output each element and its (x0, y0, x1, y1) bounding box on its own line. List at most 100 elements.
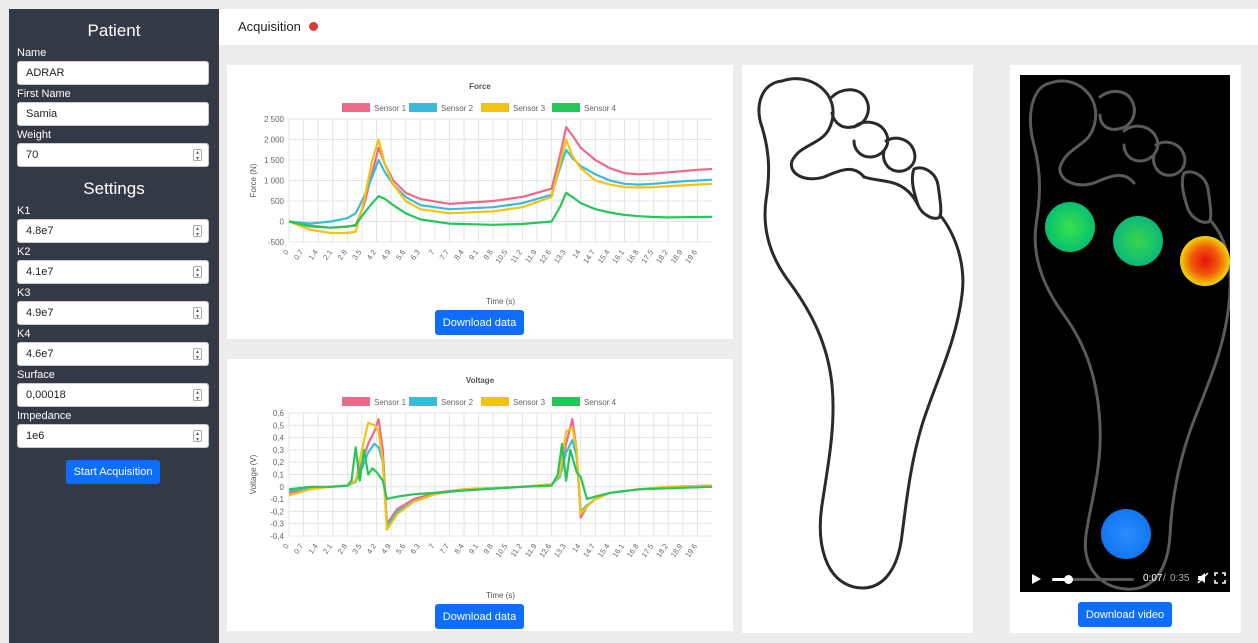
k2-input-value: 4.1e7 (26, 266, 54, 278)
voltage-x-tick-label: 18.9 (669, 542, 685, 559)
voltage-legend-label-1[interactable]: Sensor 1 (374, 398, 407, 407)
impedance-label: Impedance (17, 410, 72, 422)
force-x-tick-label: 18.9 (669, 248, 685, 265)
voltage-x-tick-label: 11.2 (509, 542, 524, 559)
voltage-chart: Voltage Sensor 1 Sensor 2 Sensor 3 Sensor 4 0… (249, 376, 713, 600)
play-icon[interactable] (1030, 573, 1042, 585)
force-x-tick-label: 0 (281, 248, 291, 257)
voltage-x-tick-label: 14.7 (581, 542, 597, 559)
sensor1-pressure-spot (1045, 202, 1095, 252)
recording-status-icon (309, 22, 318, 31)
force-x-tick-label: 5.6 (394, 248, 407, 262)
surface-spinner-icon[interactable]: ▴ ▾ (193, 389, 202, 402)
weight-input[interactable]: 70 ▴ ▾ (17, 143, 209, 167)
voltage-x-tick-label: 10.5 (494, 542, 510, 559)
force-y-tick-label: 1 000 (264, 177, 285, 186)
voltage-x-tick-label: 0 (281, 542, 291, 551)
k4-input[interactable]: 4.6e7 ▴ ▾ (17, 342, 209, 366)
first-name-input[interactable]: Samia (17, 102, 209, 126)
force-y-tick-label: 500 (271, 197, 285, 206)
name-input[interactable]: ADRAR (17, 61, 209, 85)
start-acquisition-button[interactable]: Start Acquisition (66, 460, 160, 484)
surface-input[interactable]: 0,00018 ▴ ▾ (17, 383, 209, 407)
k2-spinner-icon[interactable]: ▴ ▾ (193, 266, 202, 279)
voltage-x-tick-label: 2.8 (336, 542, 349, 556)
force-legend-label-4[interactable]: Sensor 4 (584, 104, 617, 113)
voltage-x-tick-label: 13.3 (552, 542, 568, 559)
voltage-x-tick-label: 1.4 (306, 542, 319, 556)
voltage-legend-label-4[interactable]: Sensor 4 (584, 398, 617, 407)
force-x-tick-label: 14.7 (581, 248, 597, 265)
voltage-y-tick-label: 0,1 (273, 471, 285, 480)
k2-input[interactable]: 4.1e7 ▴ ▾ (17, 260, 209, 284)
fullscreen-icon[interactable] (1214, 572, 1226, 584)
first-name-input-value: Samia (26, 108, 58, 120)
k1-label: K1 (17, 205, 31, 217)
surface-input-value: 0,00018 (26, 389, 66, 401)
force-legend-label-1[interactable]: Sensor 1 (374, 104, 407, 113)
voltage-legend-swatch-1[interactable] (342, 397, 370, 406)
voltage-y-tick-label: -0,1 (270, 495, 284, 504)
force-x-tick-label: 7 (427, 248, 437, 257)
force-x-tick-label: 6.3 (409, 248, 422, 262)
voltage-legend-swatch-4[interactable] (552, 397, 580, 406)
impedance-spinner-icon[interactable]: ▴ ▾ (193, 430, 202, 443)
foot-heatmap-icon (1029, 79, 1230, 591)
name-label: Name (17, 47, 47, 59)
force-series-line-3 (288, 138, 713, 235)
force-legend-swatch-3[interactable] (481, 103, 509, 112)
force-x-tick-label: 3.5 (350, 248, 363, 262)
k1-spinner-icon[interactable]: ▴ ▾ (193, 225, 202, 238)
voltage-x-axis-label: Time (s) (486, 591, 515, 600)
k3-input[interactable]: 4.9e7 ▴ ▾ (17, 301, 209, 325)
voltage-x-tick-label: 15.4 (596, 542, 612, 559)
voltage-legend-swatch-3[interactable] (481, 397, 509, 406)
voltage-x-tick-label: 11.9 (523, 542, 538, 559)
force-legend-label-3[interactable]: Sensor 3 (513, 104, 546, 113)
force-x-tick-label: 9.1 (467, 248, 480, 262)
video-time-total: 0:35 (1170, 573, 1190, 584)
k4-input-value: 4.6e7 (26, 348, 54, 360)
page-title: Acquisition (238, 19, 301, 34)
force-x-tick-label: 11.9 (523, 248, 538, 265)
force-legend-swatch-1[interactable] (342, 103, 370, 112)
video-player[interactable]: 0:07 / 0:35 (1020, 75, 1230, 592)
voltage-y-tick-label: 0,5 (273, 421, 285, 430)
patient-section-title: Patient (87, 21, 141, 40)
mute-icon[interactable] (1197, 572, 1209, 584)
voltage-y-tick-label: 0,6 (273, 409, 285, 418)
voltage-y-tick-label: -0,2 (270, 507, 284, 516)
voltage-legend-label-3[interactable]: Sensor 3 (513, 398, 546, 407)
voltage-x-tick-label: 14 (570, 542, 582, 554)
sensor4-pressure-spot (1101, 509, 1151, 559)
voltage-y-axis-label: Voltage (V) (249, 454, 258, 494)
top-bar: Acquisition (219, 9, 1258, 45)
force-x-tick-label: 0.7 (292, 248, 305, 262)
voltage-legend-label-2[interactable]: Sensor 2 (441, 398, 474, 407)
k4-spinner-icon[interactable]: ▴ ▾ (193, 348, 202, 361)
force-legend-swatch-2[interactable] (409, 103, 437, 112)
force-series-line-1 (288, 126, 713, 229)
voltage-legend-swatch-2[interactable] (409, 397, 437, 406)
weight-spinner-icon[interactable]: ▴ ▾ (193, 149, 202, 162)
video-progress-handle[interactable] (1064, 575, 1074, 584)
k3-spinner-icon[interactable]: ▴ ▾ (193, 307, 202, 320)
force-x-tick-label: 16.1 (610, 248, 626, 265)
impedance-input[interactable]: 1e6 ▴ ▾ (17, 424, 209, 448)
force-legend-swatch-4[interactable] (552, 103, 580, 112)
force-x-tick-label: 12.6 (537, 248, 553, 265)
force-y-tick-label: 1 500 (264, 156, 285, 165)
video-progress-bar[interactable] (1052, 575, 1134, 584)
impedance-input-value: 1e6 (26, 430, 45, 442)
k1-input[interactable]: 4.8e7 ▴ ▾ (17, 219, 209, 243)
k3-input-value: 4.9e7 (26, 307, 54, 319)
voltage-y-tick-label: 0,2 (273, 458, 285, 467)
force-legend-label-2[interactable]: Sensor 2 (441, 104, 474, 113)
download-force-data-button[interactable]: Download data (435, 310, 524, 335)
force-x-tick-label: 19.6 (683, 248, 699, 265)
download-video-button[interactable]: Download video (1078, 602, 1172, 627)
voltage-x-tick-label: 4.2 (365, 542, 378, 556)
voltage-chart-title: Voltage (466, 376, 495, 385)
download-voltage-data-button[interactable]: Download data (435, 604, 524, 629)
voltage-x-tick-label: 16.1 (610, 542, 626, 559)
